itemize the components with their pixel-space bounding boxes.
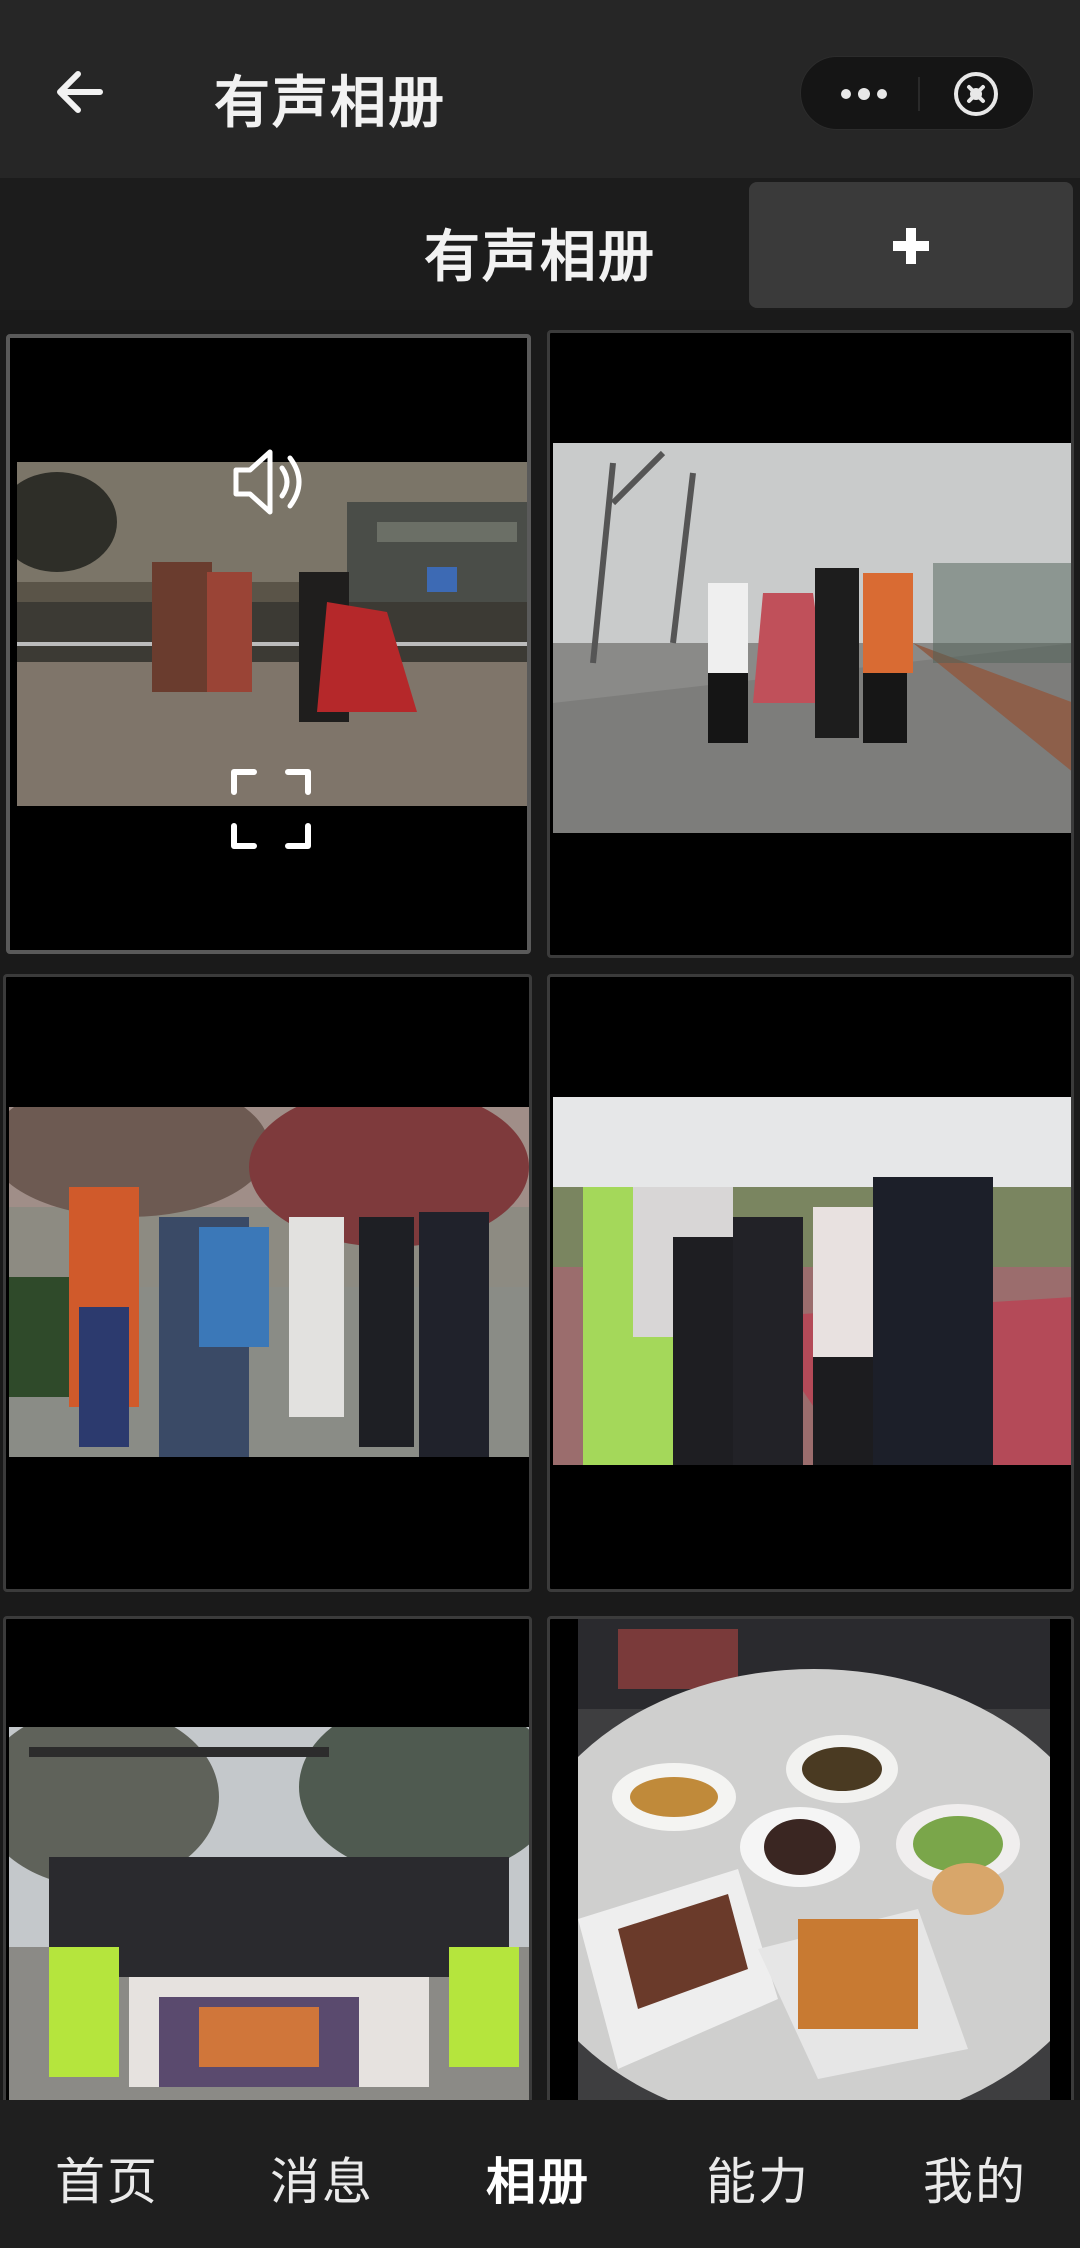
photo-tile-video[interactable] (6, 334, 531, 954)
arrow-left-icon[interactable] (50, 62, 110, 122)
photo-image (553, 443, 1071, 833)
photo-tile[interactable] (547, 1616, 1074, 2100)
photo-image (578, 1619, 1050, 2100)
tab-messages[interactable]: 消息 (270, 2142, 374, 2214)
tab-album[interactable]: 相册 (486, 2142, 590, 2214)
tab-home[interactable]: 首页 (55, 2142, 159, 2214)
photo-grid (0, 310, 1080, 2100)
fullscreen-icon[interactable] (228, 766, 314, 852)
tab-mine[interactable]: 我的 (923, 2142, 1027, 2214)
capsule-divider (918, 77, 920, 111)
album-header: 有声相册 (0, 178, 1080, 310)
photo-tile[interactable] (547, 974, 1074, 1592)
add-photo-button[interactable] (749, 182, 1073, 308)
photo-image (9, 1727, 529, 2100)
photo-tile[interactable] (3, 1616, 532, 2100)
mini-program-capsule (800, 56, 1034, 130)
close-circle-icon[interactable] (951, 69, 1001, 119)
tab-abilities[interactable]: 能力 (706, 2142, 810, 2214)
top-nav-bar: 有声相册 (0, 0, 1080, 178)
bottom-tab-bar: 首页 消息 相册 能力 我的 (0, 2100, 1080, 2248)
photo-image (9, 1107, 529, 1457)
page-title: 有声相册 (214, 71, 446, 136)
photo-image (553, 1097, 1071, 1465)
photo-tile[interactable] (547, 330, 1074, 958)
photo-tile[interactable] (3, 974, 532, 1592)
more-dots-icon[interactable] (835, 73, 893, 115)
plus-icon (893, 228, 929, 264)
speaker-icon[interactable] (226, 438, 314, 526)
